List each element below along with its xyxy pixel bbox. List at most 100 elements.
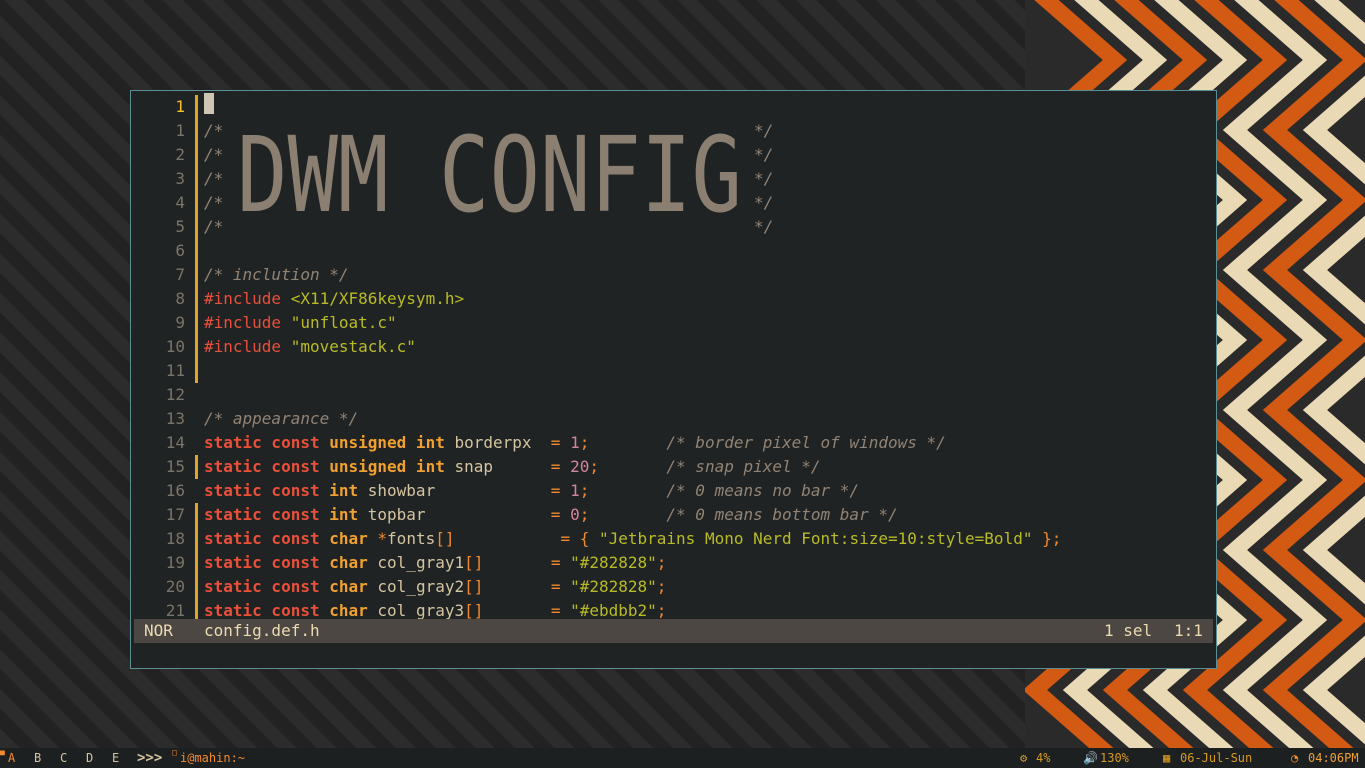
code-token: static const bbox=[204, 481, 330, 500]
code-token: * bbox=[377, 529, 388, 548]
code-token: snap bbox=[454, 457, 551, 476]
banner-text: DWM CONFIG bbox=[237, 127, 742, 217]
code-token: int bbox=[329, 505, 368, 524]
git-change-marker bbox=[195, 575, 198, 599]
code-text: #include "movestack.c" bbox=[204, 335, 416, 359]
code-text: static const int showbar = 1; /* 0 means… bbox=[204, 479, 859, 503]
volume-icon: 🔊 bbox=[1083, 751, 1098, 765]
code-token: fonts bbox=[387, 529, 436, 548]
code-token: = bbox=[550, 481, 571, 500]
code-line[interactable]: 7 /* inclution */ bbox=[131, 263, 1211, 287]
code-token: ; bbox=[579, 481, 590, 500]
cpu-usage: 4% bbox=[1036, 751, 1051, 765]
code-line[interactable]: 5 /* */ bbox=[131, 215, 1211, 239]
code-token: [] bbox=[464, 577, 484, 596]
code-text: /* */ bbox=[204, 191, 773, 215]
line-number: 1 bbox=[175, 97, 185, 116]
code-line[interactable]: 17 static const int topbar = 0; /* 0 mean… bbox=[131, 503, 1211, 527]
git-change-marker bbox=[195, 311, 198, 335]
code-line[interactable]: 16 static const int showbar = 1; /* 0 mea… bbox=[131, 479, 1211, 503]
code-token: /* bbox=[204, 193, 224, 212]
layout-symbol[interactable]: >>> bbox=[137, 748, 162, 768]
code-token: "#282828" bbox=[570, 553, 657, 572]
code-token: int bbox=[329, 481, 368, 500]
workspace-tag-c[interactable]: C bbox=[60, 748, 67, 768]
workspace-tag-a[interactable]: A bbox=[8, 748, 15, 768]
git-change-marker bbox=[195, 239, 198, 263]
code-token: static const bbox=[204, 529, 330, 548]
code-token: /* bbox=[204, 145, 224, 164]
code-token: ; bbox=[656, 601, 667, 620]
workspace-tag-e[interactable]: E bbox=[112, 748, 119, 768]
code-token: "movestack.c" bbox=[290, 337, 416, 356]
git-change-marker bbox=[195, 143, 198, 167]
code-line[interactable]: 15 static const unsigned int snap = 20; /… bbox=[131, 455, 1211, 479]
line-number: 12 bbox=[165, 385, 185, 404]
git-change-marker bbox=[195, 551, 198, 575]
code-token: <X11/XF86keysym.h> bbox=[290, 289, 465, 308]
code-token: #include bbox=[204, 313, 291, 332]
code-token: unsigned int bbox=[329, 457, 455, 476]
git-change-marker bbox=[195, 191, 198, 215]
code-token: 1 bbox=[570, 433, 580, 452]
code-line[interactable]: 6 bbox=[131, 239, 1211, 263]
code-token: /* bbox=[204, 121, 224, 140]
calendar-icon: ▦ bbox=[1163, 751, 1171, 765]
code-text: /* */ bbox=[204, 167, 773, 191]
code-token: static const bbox=[204, 505, 330, 524]
code-token: [] bbox=[464, 601, 484, 620]
code-line[interactable]: 13 /* appearance */ bbox=[131, 407, 1211, 431]
code-line[interactable]: 18 static const char *fonts[] = { "Jetbra… bbox=[131, 527, 1211, 551]
code-line[interactable]: 10 #include "movestack.c" bbox=[131, 335, 1211, 359]
code-text: #include "unfloat.c" bbox=[204, 311, 397, 335]
code-token: /* snap pixel */ bbox=[666, 457, 821, 476]
code-token: char bbox=[329, 601, 378, 620]
line-number: 1 bbox=[175, 121, 185, 140]
code-token: char bbox=[329, 553, 378, 572]
code-token: = bbox=[550, 457, 571, 476]
code-token: static const bbox=[204, 457, 330, 476]
code-line[interactable]: 20 static const char col_gray2[] = "#2828… bbox=[131, 575, 1211, 599]
code-text: #include <X11/XF86keysym.h> bbox=[204, 287, 464, 311]
code-line[interactable]: 8 #include <X11/XF86keysym.h> bbox=[131, 287, 1211, 311]
code-token: "#ebdbb2" bbox=[570, 601, 657, 620]
git-change-marker bbox=[195, 527, 198, 551]
code-text: static const char *fonts[] = { "Jetbrain… bbox=[204, 527, 1061, 551]
workspace-tag-b[interactable]: B bbox=[34, 748, 41, 768]
code-token: unsigned int bbox=[329, 433, 455, 452]
code-line[interactable]: 11 bbox=[131, 359, 1211, 383]
code-text: static const int topbar = 0; /* 0 means … bbox=[204, 503, 898, 527]
code-token: ; bbox=[656, 577, 667, 596]
ascii-banner: DWM CONFIG bbox=[237, 127, 742, 217]
code-token: col_gray1 bbox=[377, 553, 465, 572]
code-text: static const char col_gray2[] = "#282828… bbox=[204, 575, 666, 599]
git-change-marker bbox=[195, 167, 198, 191]
line-number: 17 bbox=[165, 505, 185, 524]
text-cursor bbox=[204, 93, 214, 114]
clock-icon: ◔ bbox=[1291, 751, 1299, 765]
git-change-marker bbox=[195, 287, 198, 311]
code-line[interactable]: 14 static const unsigned int borderpx = 1… bbox=[131, 431, 1211, 455]
workspace-marker-icon: ■ bbox=[0, 748, 5, 757]
line-number: 5 bbox=[175, 217, 185, 236]
code-line[interactable]: 19 static const char col_gray1[] = "#2828… bbox=[131, 551, 1211, 575]
code-token: ; bbox=[656, 553, 667, 572]
code-token: 0 bbox=[570, 505, 580, 524]
editor-window[interactable]: 1 1/* */2/* */3/* */4/* */5/* */6 7/* inclution… bbox=[130, 90, 1217, 669]
line-number: 9 bbox=[175, 313, 185, 332]
git-change-marker bbox=[195, 95, 198, 119]
line-number: 13 bbox=[165, 409, 185, 428]
code-line[interactable]: 12 bbox=[131, 383, 1211, 407]
workspace-tag-d[interactable]: D bbox=[86, 748, 93, 768]
code-line[interactable]: 1 bbox=[131, 95, 1211, 119]
code-token: showbar bbox=[367, 481, 551, 500]
code-token: [] bbox=[435, 529, 455, 548]
window-marker-icon: □ bbox=[172, 748, 177, 757]
code-line[interactable]: 9 #include "unfloat.c" bbox=[131, 311, 1211, 335]
code-text: /* */ bbox=[204, 143, 773, 167]
code-token: static const bbox=[204, 601, 330, 620]
